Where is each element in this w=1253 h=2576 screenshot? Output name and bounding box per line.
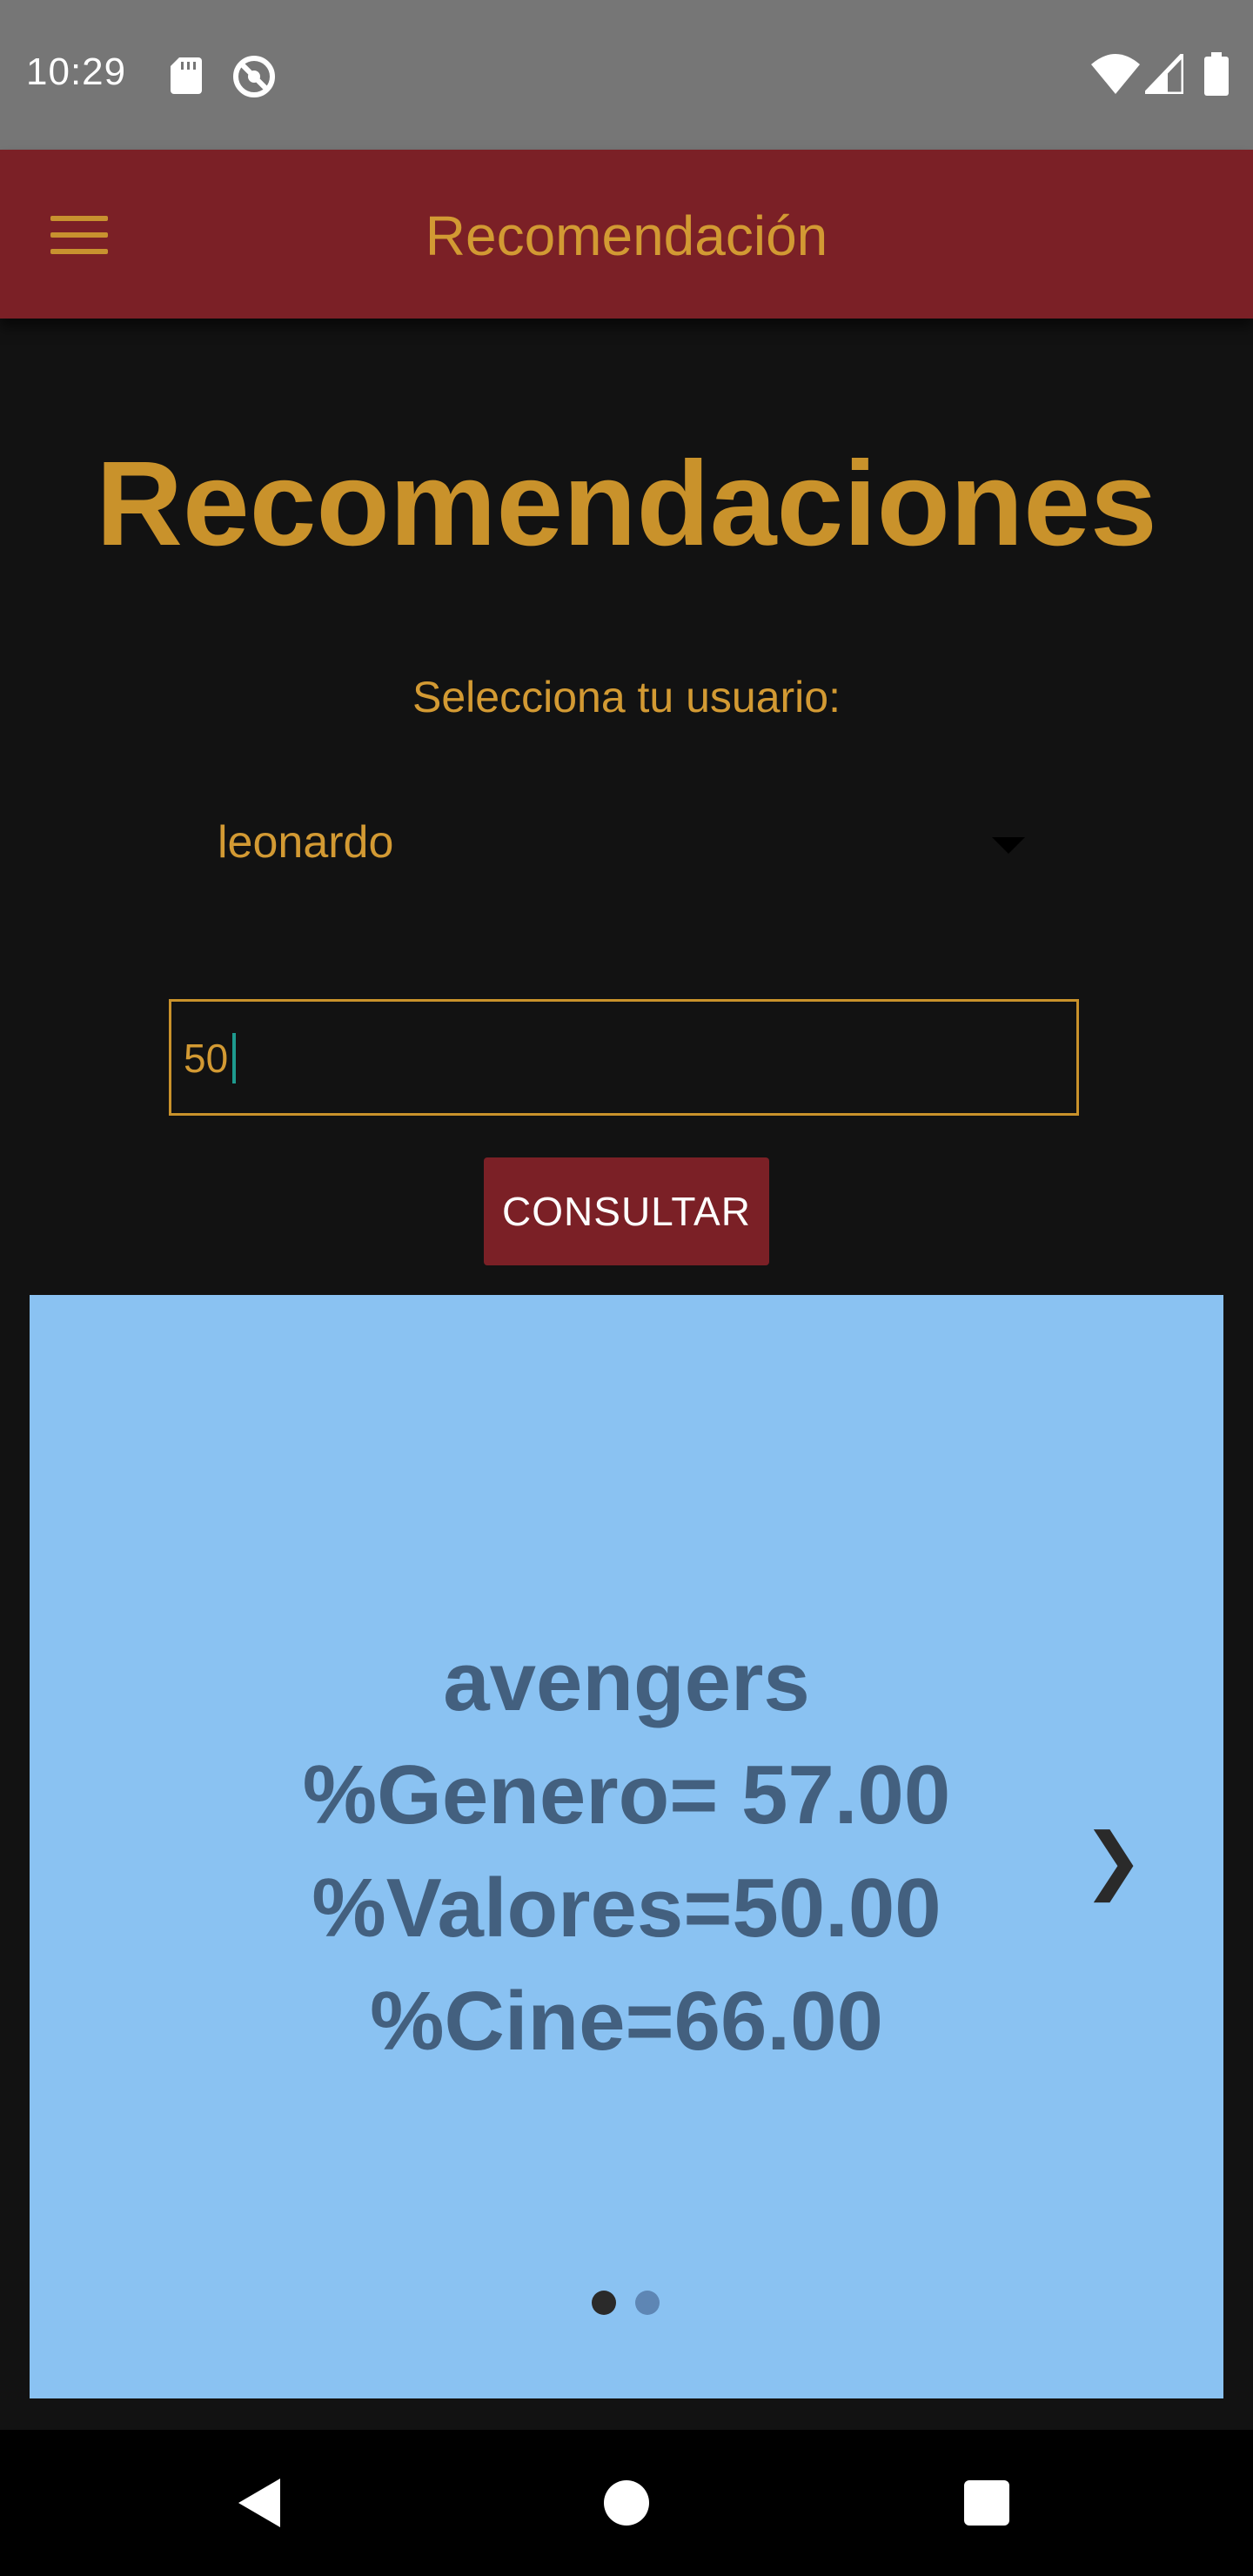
quantity-input-value: 50	[184, 1036, 229, 1081]
consult-button[interactable]: CONSULTAR	[484, 1157, 769, 1265]
slide-cine: %Cine=66.00	[370, 1975, 883, 2068]
do-not-disturb-icon	[233, 56, 275, 97]
slide-valores: %Valores=50.00	[312, 1862, 941, 1955]
status-bar: 10:29	[0, 0, 1253, 150]
system-nav-bar	[0, 2430, 1253, 2576]
user-select-label: Selecciona tu usuario:	[412, 673, 841, 721]
recents-icon[interactable]	[964, 2480, 1009, 2526]
carousel-pagination	[592, 2291, 670, 2317]
user-select[interactable]: leonardo	[218, 804, 1035, 882]
carousel-dot[interactable]	[635, 2291, 660, 2315]
text-cursor	[232, 1033, 236, 1083]
bottom-spacer	[0, 2398, 1253, 2430]
app-bar: Recomendación	[0, 150, 1253, 319]
wifi-icon	[1091, 54, 1140, 94]
page-title: Recomendaciones	[96, 437, 1157, 571]
home-icon[interactable]	[604, 2480, 649, 2526]
slide-movie-title: avengers	[443, 1635, 810, 1728]
sd-card-icon	[171, 57, 202, 94]
carousel-slide: avengers %Genero= 57.00 %Valores=50.00 %…	[30, 1626, 1223, 2078]
app-bar-title: Recomendación	[425, 205, 828, 267]
user-select-value: leonardo	[218, 817, 394, 868]
chevron-down-icon	[992, 837, 1025, 854]
slide-genero: %Genero= 57.00	[302, 1748, 951, 1841]
signal-icon	[1145, 54, 1183, 94]
quantity-input[interactable]: 50	[169, 999, 1079, 1116]
battery-icon	[1204, 52, 1229, 96]
carousel-next-icon[interactable]: ❯	[1082, 1817, 1143, 1902]
recommendation-carousel[interactable]: avengers %Genero= 57.00 %Valores=50.00 %…	[30, 1295, 1223, 2398]
status-time: 10:29	[26, 50, 127, 93]
carousel-dot-active[interactable]	[592, 2291, 616, 2315]
app-screen: 10:29 Recomendación Recomendaciones Sele…	[0, 0, 1253, 2576]
back-icon[interactable]	[238, 2479, 280, 2527]
